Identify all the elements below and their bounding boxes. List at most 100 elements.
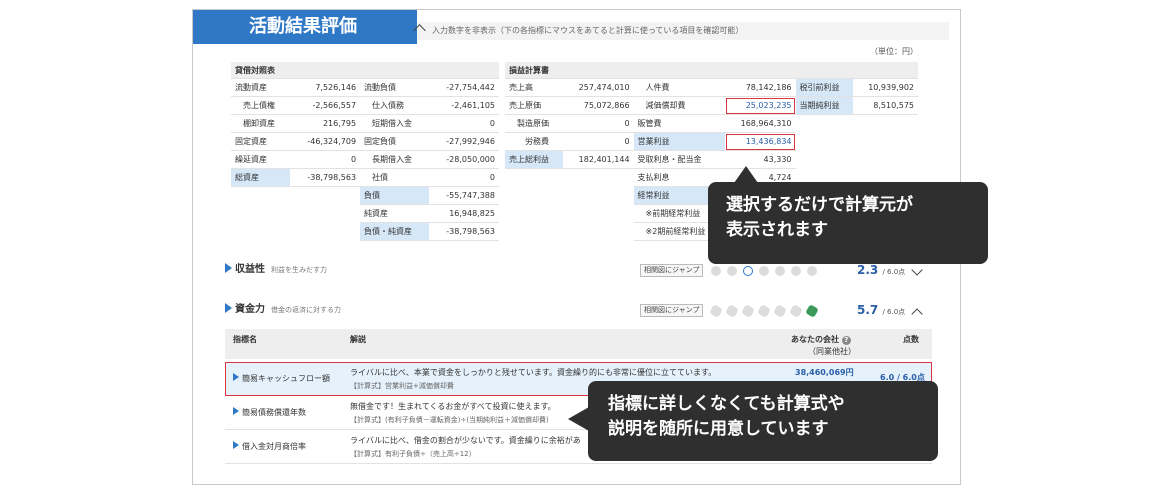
rating-dot-icon [759, 266, 769, 276]
bs-label: 純資産 [360, 204, 430, 223]
triangle-right-icon [233, 373, 239, 381]
bs-value: 0 [290, 150, 361, 169]
section-funding-power[interactable]: 資金力 借金の返済に対する力 相関図にジャンプ 5.7 / 6.0点 [225, 301, 931, 321]
indicator-desc: 無借金です！生まれてくるお金がすべて投資に使えます。 [350, 402, 556, 411]
bs-label: 流動資産 [231, 78, 291, 97]
rating-hex-active-icon [805, 304, 819, 318]
table-row: 純資産 16,948,825 [231, 204, 499, 223]
callout-select-source: 選択するだけで計算元が 表示されます [708, 166, 988, 264]
table-row: 流動資産 7,526,146 流動負債 -27,754,442 [231, 78, 499, 97]
bs-label: 固定資産 [231, 132, 291, 151]
jump-to-chart-button[interactable]: 相関図にジャンプ [640, 304, 704, 317]
bs-label: 社債 [360, 168, 430, 187]
indicator-name[interactable]: 簡易キャッシュフロー額 [233, 373, 330, 384]
pl-value: 75,072,866 [562, 96, 634, 115]
pl-label: 売上高 [505, 78, 563, 97]
indicator-name-label: 簡易キャッシュフロー額 [242, 374, 330, 383]
col-company-header: あなたの会社 ? [791, 334, 851, 345]
table-row: 固定資産 -46,324,709 固定負債 -27,992,946 [231, 132, 499, 151]
section-subtitle: 借金の返済に対する力 [271, 306, 341, 314]
bs-value: -55,747,388 [429, 186, 499, 205]
rating-dot-current-icon [743, 266, 753, 276]
bs-label: 負債・純資産 [360, 222, 430, 241]
chevron-up-icon[interactable] [911, 308, 923, 320]
jump-to-chart-button[interactable]: 相関図にジャンプ [640, 264, 704, 277]
bs-label: 長期借入金 [360, 150, 430, 169]
pl-value: 168,964,310 [724, 114, 796, 133]
indicator-name[interactable]: 借入金対月商倍率 [233, 441, 306, 452]
bs-value: 216,795 [290, 114, 361, 133]
section-score: 5.7 / 6.0点 [857, 301, 905, 321]
bs-label: 流動負債 [360, 78, 430, 97]
page-title: 活動結果評価 [193, 10, 417, 44]
pl-label: 税引前利益 [795, 78, 854, 97]
callout-line: 表示されます [726, 220, 828, 240]
pl-label: 売上総利益 [505, 150, 563, 169]
rating-hex-icon [789, 304, 803, 318]
bs-value: -2,461,105 [429, 96, 499, 115]
triangle-right-icon [225, 303, 232, 313]
rating-dot-icon [727, 266, 737, 276]
table-row: 棚卸資産 216,795 短期借入金 0 [231, 114, 499, 133]
bs-value: 0 [429, 114, 499, 133]
bs-value: -27,992,946 [429, 132, 499, 151]
pl-label: 受取利息・配当金 [633, 150, 725, 169]
callout-formula-help: 指標に詳しくなくても計算式や 説明を随所に用意しています [568, 381, 938, 461]
indicator-name-label: 簡易債務償還年数 [242, 408, 306, 417]
rating-dot-icon [807, 266, 817, 276]
bs-value: -38,798,563 [290, 168, 361, 187]
pl-label: 販管費 [633, 114, 725, 133]
hint-bar[interactable]: 入力数字を非表示（下の各指標にマウスをあてると計算に使っている項目を確認可能） [413, 22, 949, 40]
pl-value: 8,510,575 [853, 96, 918, 115]
chevron-down-icon[interactable] [911, 264, 923, 276]
bs-label: 固定負債 [360, 132, 430, 151]
indicator-desc: ライバルに比べ、本業で資金をしっかりと残せています。資金繰り的にも非常に優位に立… [350, 368, 717, 377]
table-row: 売上高 257,474,010 人件費 78,142,186 税引前利益 10,939… [505, 78, 918, 97]
triangle-right-icon [225, 263, 232, 273]
rating-dot-icon [791, 266, 801, 276]
score-value: 5.7 [857, 303, 879, 317]
col-company-sub: （同業他社） [808, 347, 856, 356]
table-row: 売上原価 75,072,866 減価償却費 25,023,235 当期純利益 8,51… [505, 96, 918, 115]
bs-label: 売上債権 [231, 96, 291, 115]
table-row: 労務費 0 営業利益 13,436,834 [505, 132, 918, 151]
rating-dots [711, 265, 823, 283]
col-desc-header: 解説 [350, 335, 366, 344]
bs-label: 総資産 [231, 168, 291, 187]
bs-label: 繰延資産 [231, 150, 291, 169]
table-row: 総資産 -38,798,563 社債 0 [231, 168, 499, 187]
callout-tail [734, 166, 758, 183]
bs-value: -2,566,557 [290, 96, 361, 115]
pl-label: 人件費 [633, 78, 725, 97]
pl-label: 減価償却費 [633, 96, 725, 115]
pl-value: 10,939,902 [853, 78, 918, 97]
table-row: 負債・純資産 -38,798,563 [231, 222, 499, 241]
indicator-value: 38,460,069円 [795, 368, 854, 377]
unit-label: （単位：円） [870, 47, 918, 56]
indicator-formula: 【計算式】有利子負債÷（売上高÷12） [350, 450, 476, 458]
pl-label: 労務費 [505, 132, 563, 151]
col-points-header: 点数 [903, 335, 919, 344]
balance-sheet-table: 貸借対照表 流動資産 7,526,146 流動負債 -27,754,442 売上債権… [231, 62, 499, 241]
hint-text: 入力数字を非表示（下の各指標にマウスをあてると計算に使っている項目を確認可能） [432, 26, 744, 35]
indicator-formula: 【計算式】営業利益+減価償却費 [350, 382, 454, 390]
pl-value: 257,474,010 [562, 78, 634, 97]
bs-value: 16,948,825 [429, 204, 499, 223]
rating-hex-icon [725, 304, 739, 318]
indicator-name-label: 借入金対月商倍率 [242, 442, 306, 451]
help-icon[interactable]: ? [841, 336, 851, 345]
indicator-name[interactable]: 簡易債務償還年数 [233, 407, 306, 418]
bs-value: -38,798,563 [429, 222, 499, 241]
pl-label: 売上原価 [505, 96, 563, 115]
bs-label: 棚卸資産 [231, 114, 291, 133]
col-company-label: あなたの会社 [791, 335, 839, 344]
pl-label: 営業利益 [633, 132, 725, 151]
rating-dot-icon [775, 266, 785, 276]
table-row: 製造原価 0 販管費 168,964,310 [505, 114, 918, 133]
pl-value: 0 [562, 114, 634, 133]
rating-hex-icon [773, 304, 787, 318]
balance-sheet-header: 貸借対照表 [231, 62, 499, 79]
callout-tail [568, 407, 589, 431]
callout-line: 指標に詳しくなくても計算式や [608, 394, 845, 414]
pl-value: 78,142,186 [724, 78, 796, 97]
